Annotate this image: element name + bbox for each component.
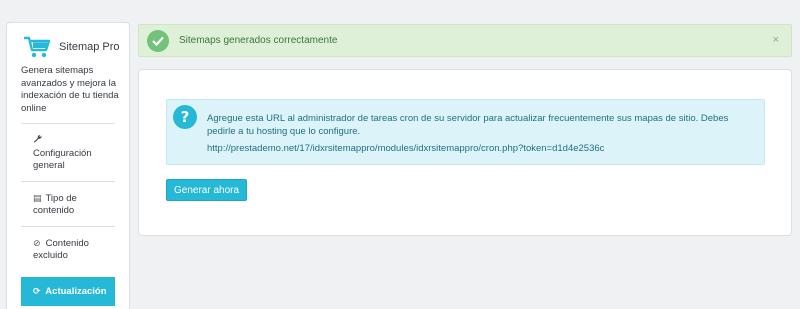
sidebar-item-label: Actualización [45,285,107,297]
info-text: Agregue esta URL al administrador de tar… [207,113,729,137]
success-alert: Sitemaps generados correctamente × [138,24,792,57]
ban-icon: ⊘ [33,237,41,248]
module-brand: Sitemap Pro [23,35,120,59]
sidebar-item-contenido-excluido[interactable]: ⊘ Contenido excluido [21,225,115,271]
cron-url[interactable]: http://prestademo.net/17/idxrsitemappro/… [207,143,604,154]
list-icon: ▤ [33,192,42,203]
wrench-icon [33,134,43,147]
sidebar: Sitemap Pro Genera sitemaps avanzados y … [6,22,130,309]
refresh-icon: ⟳ [33,285,41,296]
module-description: Genera sitemaps avanzados y mejora la in… [21,65,119,114]
generate-now-button[interactable]: Generar ahora [166,179,248,201]
success-message: Sitemaps generados correctamente [179,35,338,46]
question-icon: ? [173,105,197,129]
sidebar-item-configuracion[interactable]: Configuración general [21,123,115,181]
sidebar-item-tipo-contenido[interactable]: ▤ Tipo de contenido [21,180,115,226]
check-circle-icon [147,30,169,52]
close-icon[interactable]: × [773,34,779,46]
info-alert: ? Agregue esta URL al administrador de t… [166,99,765,165]
module-title: Sitemap Pro [59,41,120,53]
shopping-cart-icon [23,35,51,59]
main-panel: ? Agregue esta URL al administrador de t… [138,69,792,236]
sidebar-item-label: Configuración general [33,147,92,172]
sidebar-menu: Configuración general ▤ Tipo de contenid… [21,123,115,306]
sidebar-item-actualizacion[interactable]: ⟳ Actualización [21,276,115,306]
